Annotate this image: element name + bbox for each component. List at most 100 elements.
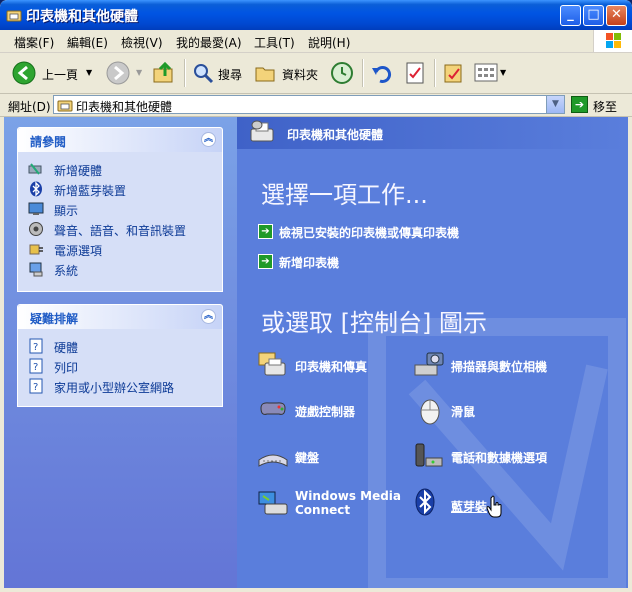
troubleshoot-printing-label: 列印 [54,361,79,375]
printer-hardware-icon [250,120,274,142]
menu-help[interactable]: 說明(H) [308,34,350,51]
game-controller-icon [260,402,286,415]
mouse-icon [420,399,440,425]
sound-icon [29,222,43,236]
toolbar-separator [184,59,186,87]
troubleshoot-network-label: 家用或小型辦公室網路 [54,381,175,395]
bluetooth-icon [415,488,435,516]
minimize-button[interactable]: _ [560,5,581,26]
toolbar-separator [434,59,436,87]
svg-text:?: ? [33,362,38,373]
window-title: 印表機和其他硬體 [26,9,138,25]
cp-mouse-label: 滑鼠 [451,405,476,419]
maximize-button[interactable]: □ [583,5,604,26]
explorer-window: 印表機和其他硬體 _ □ ✕ 檔案(F) 編輯(E) 檢視(V) 我的最愛(A)… [0,0,632,592]
folder-options-icon[interactable] [442,61,464,85]
cp-printers-faxes-label: 印表機和傳真 [295,360,368,374]
undo-icon[interactable] [370,62,392,84]
troubleshoot-hardware[interactable]: ? 硬體 [28,337,222,357]
see-also-add-bluetooth-label: 新增藍芽裝置 [54,184,127,198]
task-add-printer-label: 新增印表機 [279,256,340,270]
category-title: 印表機和其他硬體 [287,128,384,142]
windows-logo-icon [593,30,632,52]
keyboard-icon [258,454,288,467]
address-bar: 網址(D) 印表機和其他硬體 ▼ ➔ 移至 [0,94,632,117]
windows-media-connect-icon [258,491,288,515]
title-bar[interactable]: 印表機和其他硬體 _ □ ✕ [0,0,632,30]
cp-keyboard[interactable]: 鍵盤 [257,440,407,476]
scanner-camera-icon [414,352,444,376]
printer-folder-icon [6,10,22,22]
cp-phone-modem[interactable]: 電話和數據機選項 [413,440,593,476]
troubleshoot-network[interactable]: ? 家用或小型辦公室網路 [28,377,222,397]
cp-windows-media-connect[interactable]: Windows Media Connect [257,486,407,526]
back-button[interactable]: 上一頁 [42,66,78,83]
category-header: 印表機和其他硬體 [237,117,628,149]
forward-arrow-icon[interactable] [106,61,130,85]
see-also-add-bluetooth[interactable]: 新增藍芽裝置 [28,180,222,200]
toolbar-separator [362,59,364,87]
menu-view[interactable]: 檢視(V) [121,34,163,51]
go-button[interactable]: ➔ 移至 [571,96,631,114]
see-also-sound[interactable]: 聲音、語音、和音訊裝置 [28,220,222,240]
cp-keyboard-label: 鍵盤 [295,451,320,465]
printer-fax-icon [258,352,286,376]
see-also-display[interactable]: 顯示 [28,200,222,220]
cp-scanners-cameras[interactable]: 掃描器與數位相機 [413,349,593,385]
see-also-add-hardware[interactable]: 新增硬體 [28,160,222,180]
views-icon[interactable] [474,62,498,84]
hand-cursor-icon [486,495,502,518]
content-area: 請參閱 ︽ 新增硬體 新增藍芽裝置 顯示 聲音、語音、和音訊裝置 電源選項 系統… [4,117,628,588]
power-icon [29,244,43,255]
pick-task-heading: 選擇一項工作... [261,181,428,209]
address-input[interactable]: 印表機和其他硬體 ▼ [53,95,565,114]
history-icon[interactable] [330,61,354,85]
cp-mouse[interactable]: 滑鼠 [413,394,563,430]
troubleshoot-printing[interactable]: ? 列印 [28,357,222,377]
menu-favorites[interactable]: 我的最愛(A) [176,34,242,51]
menu-file[interactable]: 檔案(F) [14,34,54,51]
menu-bar: 檔案(F) 編輯(E) 檢視(V) 我的最愛(A) 工具(T) 說明(H) [0,30,632,53]
task-arrow-icon: ➔ [258,254,273,269]
phone-modem-icon [415,443,443,467]
search-button[interactable]: 搜尋 [218,66,242,83]
category-pane: 印表機和其他硬體 選擇一項工作... ➔ 檢視已安裝的印表機或傳真印表機 ➔ 新… [237,117,628,588]
see-also-system[interactable]: 系統 [28,260,222,280]
address-dropdown-icon[interactable]: ▼ [546,96,564,113]
menu-tools[interactable]: 工具(T) [254,34,295,51]
up-folder-icon[interactable] [152,61,176,85]
cp-game-controllers-label: 遊戲控制器 [295,405,356,419]
collapse-chevron-icon[interactable]: ︽ [201,309,216,324]
views-dropdown-icon[interactable]: ▼ [500,68,506,77]
see-also-power-label: 電源選項 [54,244,103,258]
back-dropdown-icon[interactable]: ▼ [86,68,92,77]
task-arrow-icon: ➔ [258,224,273,239]
see-also-system-label: 系統 [54,264,79,278]
see-also-power[interactable]: 電源選項 [28,240,222,260]
standard-toolbar: 上一頁 ▼ ▼ 搜尋 資料夾 ▼ [0,53,632,94]
cp-windows-media-connect-label: Windows Media [295,489,402,503]
help-icon: ? [29,378,43,394]
cp-phone-modem-label: 電話和數據機選項 [451,451,548,465]
folders-button[interactable]: 資料夾 [282,66,318,83]
cp-scanners-cameras-label: 掃描器與數位相機 [451,360,548,374]
close-button[interactable]: ✕ [606,5,627,26]
see-also-panel: 請參閱 ︽ 新增硬體 新增藍芽裝置 顯示 聲音、語音、和音訊裝置 電源選項 系統 [17,127,223,292]
forward-dropdown-icon[interactable]: ▼ [136,68,142,77]
troubleshoot-header[interactable]: 疑難排解 ︽ [18,305,222,329]
svg-text:?: ? [33,382,38,393]
menu-edit[interactable]: 編輯(E) [67,34,108,51]
cp-printers-faxes[interactable]: 印表機和傳真 [257,349,407,385]
collapse-chevron-icon[interactable]: ︽ [201,132,216,147]
properties-icon[interactable] [404,61,426,85]
add-hardware-icon [28,163,42,175]
folders-icon[interactable] [254,62,276,84]
see-also-sound-label: 聲音、語音、和音訊裝置 [54,224,187,238]
printer-folder-icon [57,100,73,112]
search-icon[interactable] [192,62,214,84]
back-arrow-icon[interactable] [12,61,36,85]
see-also-title: 請參閱 [30,135,67,149]
system-icon [29,262,43,277]
see-also-header[interactable]: 請參閱 ︽ [18,128,222,152]
cp-game-controllers[interactable]: 遊戲控制器 [257,394,407,430]
